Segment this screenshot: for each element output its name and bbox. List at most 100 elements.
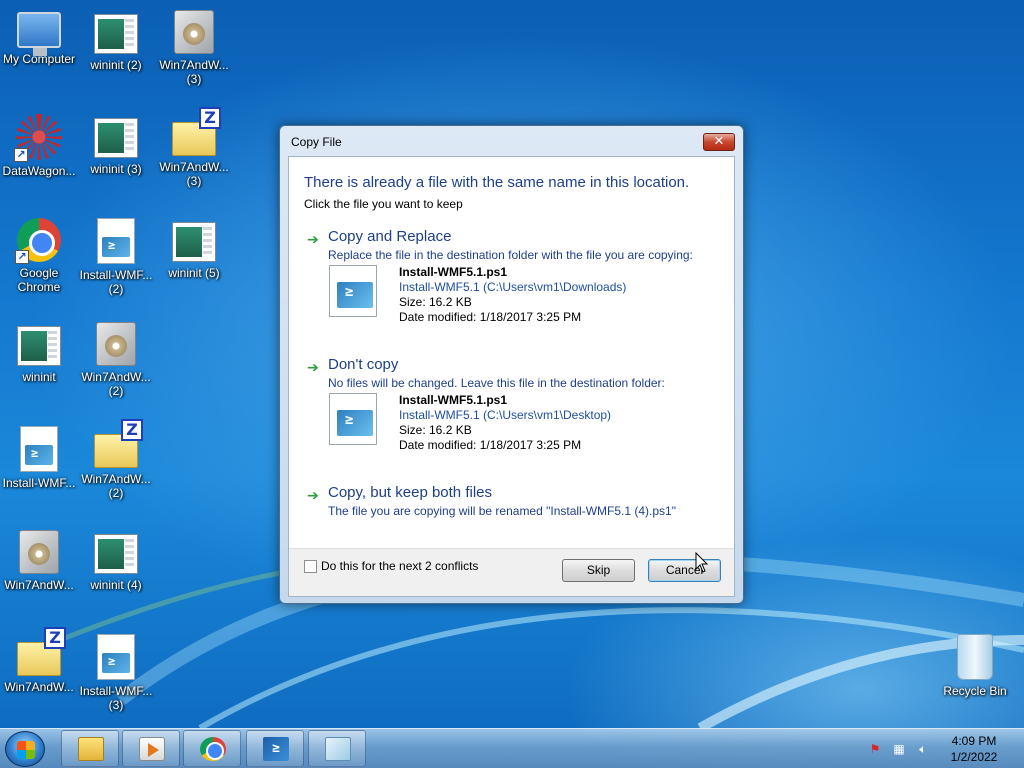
desktop-icon-win7andw-zip[interactable]: Z Win7AndW... — [0, 626, 80, 722]
dialog-footer: Do this for the next 2 conflicts Skip Ca… — [289, 548, 734, 596]
desktop-icon-label: wininit — [22, 370, 56, 384]
dialog-title: Copy File — [291, 135, 342, 149]
desktop-icon-win7andw-zip-3[interactable]: Z Win7AndW... (3) — [153, 106, 235, 202]
desktop-icon-label-line2: (2) — [108, 282, 124, 296]
window-icon — [172, 222, 216, 262]
desktop-icon-wininit-2[interactable]: wininit (2) — [75, 2, 157, 98]
desktop-icon-wininit[interactable]: wininit — [0, 314, 80, 410]
setup-icon — [96, 322, 136, 366]
option-title: Copy and Replace — [328, 228, 452, 245]
taskbar-explorer-button[interactable] — [61, 730, 119, 767]
start-button[interactable] — [5, 731, 45, 767]
powershell-script-icon: ≥ — [97, 218, 135, 264]
media-player-icon — [139, 737, 165, 761]
mouse-cursor-icon — [695, 552, 709, 573]
desktop-icon-google-chrome[interactable]: ↗ Google Chrome — [0, 210, 80, 306]
file-path: Install-WMF5.1 (C:\Users\vm1\Desktop) — [399, 408, 612, 422]
desktop-icon-wininit-3[interactable]: wininit (3) — [75, 106, 157, 202]
desktop-icon-label: Win7AndW... — [159, 160, 229, 174]
conflicts-checkbox[interactable] — [304, 560, 317, 573]
desktop-icon-label: Win7AndW... — [159, 58, 229, 72]
zip-folder-icon: Z — [17, 627, 66, 676]
green-arrow-icon: ➔ — [307, 488, 319, 504]
chrome-icon — [200, 737, 226, 761]
close-button[interactable]: ✕ — [703, 133, 735, 151]
desktop-icon-win7andw-zip-2[interactable]: Z Win7AndW... (2) — [75, 418, 157, 514]
desktop-icon-win7andw[interactable]: Win7AndW... — [0, 522, 80, 618]
file-info: Install-WMF5.1.ps1 Install-WMF5.1 (C:\Us… — [399, 393, 611, 453]
file-size: Size: 16.2 KB — [399, 423, 472, 437]
file-path: Install-WMF5.1 (C:\Users\vm1\Downloads) — [399, 280, 627, 294]
powershell-script-icon: ≥ — [97, 634, 135, 680]
action-center-flag-icon[interactable]: ⚑ — [868, 742, 882, 756]
setup-icon — [19, 530, 59, 574]
volume-icon[interactable]: 🔈︎ — [916, 742, 930, 756]
desktop-icon-wininit-5[interactable]: wininit (5) — [153, 210, 235, 306]
desktop-icon-recycle-bin[interactable]: Recycle Bin — [934, 626, 1016, 722]
notepad-icon — [325, 737, 351, 761]
network-icon[interactable]: ▦ — [892, 742, 906, 756]
shortcut-arrow-icon: ↗ — [15, 250, 29, 264]
powershell-script-icon: ≥ — [20, 426, 58, 472]
conflicts-checkbox-label[interactable]: Do this for the next 2 conflicts — [321, 559, 478, 573]
cancel-button[interactable]: Cancel — [648, 559, 721, 582]
desktop-icon-label-line2: (3) — [186, 72, 202, 86]
file-modified: Date modified: 1/18/2017 3:25 PM — [399, 438, 582, 452]
clock-date: 1/2/2022 — [950, 750, 998, 764]
desktop-icon-label-line2: (3) — [186, 174, 202, 188]
desktop-icon-label: wininit (3) — [90, 162, 142, 176]
close-icon: ✕ — [713, 134, 725, 149]
desktop-icon-win7andw-2[interactable]: Win7AndW... (2) — [75, 314, 157, 410]
desktop-icon-install-wmf[interactable]: ≥ Install-WMF... — [0, 418, 80, 514]
molecule-icon: ↗ — [14, 114, 62, 162]
powershell-script-icon: ≥ — [329, 265, 377, 317]
option-keep-both[interactable]: ➔ Copy, but keep both files The file you… — [307, 484, 727, 524]
chrome-icon: ↗ — [15, 218, 61, 264]
desktop-icon-label: Recycle Bin — [943, 684, 1007, 698]
desktop-icon-label: wininit (4) — [90, 578, 142, 592]
option-title: Copy, but keep both files — [328, 484, 492, 501]
skip-button[interactable]: Skip — [562, 559, 635, 582]
file-size: Size: 16.2 KB — [399, 295, 472, 309]
taskbar: ≥ ⚑ ▦ 🔈︎ 4:09 PM 1/2/2022 — [0, 728, 1024, 768]
option-description: Replace the file in the destination fold… — [328, 248, 693, 262]
desktop-icon-install-wmf-2[interactable]: ≥ Install-WMF... (2) — [75, 210, 157, 306]
taskbar-notepad-button[interactable] — [308, 730, 366, 767]
copy-file-dialog: Copy File ✕ There is already a file with… — [279, 125, 744, 604]
zip-folder-icon: Z — [172, 107, 221, 156]
option-copy-and-replace[interactable]: ➔ Copy and Replace Replace the file in t… — [307, 228, 727, 338]
desktop-icon-label-line2: (3) — [108, 698, 124, 712]
desktop-icon-my-computer[interactable]: My Computer — [0, 2, 80, 98]
desktop-icon-label: Install-WMF... — [2, 476, 76, 490]
option-description: The file you are copying will be renamed… — [328, 504, 676, 518]
desktop-icon-win7andw-3[interactable]: Win7AndW... (3) — [153, 2, 235, 98]
desktop-icon-label: Win7AndW... — [81, 370, 151, 384]
desktop-icon-label: Win7AndW... — [4, 578, 74, 592]
file-name: Install-WMF5.1.ps1 — [399, 265, 508, 279]
desktop-icon-label: Win7AndW... — [81, 472, 151, 486]
powershell-script-icon: ≥ — [329, 393, 377, 445]
desktop-icon-datawagon[interactable]: ↗ DataWagon... — [0, 106, 80, 202]
clock-time: 4:09 PM — [951, 734, 997, 748]
option-title: Don't copy — [328, 356, 399, 373]
window-icon — [94, 14, 138, 54]
taskbar-media-player-button[interactable] — [122, 730, 180, 767]
green-arrow-icon: ➔ — [307, 232, 319, 248]
desktop-icon-label: Install-WMF... — [79, 684, 153, 698]
shortcut-arrow-icon: ↗ — [14, 148, 28, 162]
dialog-subheading: Click the file you want to keep — [304, 197, 463, 211]
desktop-icon-label: Install-WMF... — [79, 268, 153, 282]
taskbar-powershell-button[interactable]: ≥ — [246, 730, 304, 767]
dialog-heading: There is already a file with the same na… — [304, 174, 690, 191]
window-icon — [94, 118, 138, 158]
dialog-body: There is already a file with the same na… — [288, 156, 735, 597]
taskbar-clock[interactable]: 4:09 PM 1/2/2022 — [930, 733, 1018, 765]
option-dont-copy[interactable]: ➔ Don't copy No files will be changed. L… — [307, 356, 727, 466]
file-info: Install-WMF5.1.ps1 Install-WMF5.1 (C:\Us… — [399, 265, 626, 325]
zip-folder-icon: Z — [94, 419, 143, 468]
desktop-icon-wininit-4[interactable]: wininit (4) — [75, 522, 157, 618]
taskbar-chrome-button[interactable] — [183, 730, 241, 767]
desktop-icon-label-line2: (2) — [108, 486, 124, 500]
desktop-icon-install-wmf-3[interactable]: ≥ Install-WMF... (3) — [75, 626, 157, 722]
desktop-icon-label: Win7AndW... — [4, 680, 74, 694]
